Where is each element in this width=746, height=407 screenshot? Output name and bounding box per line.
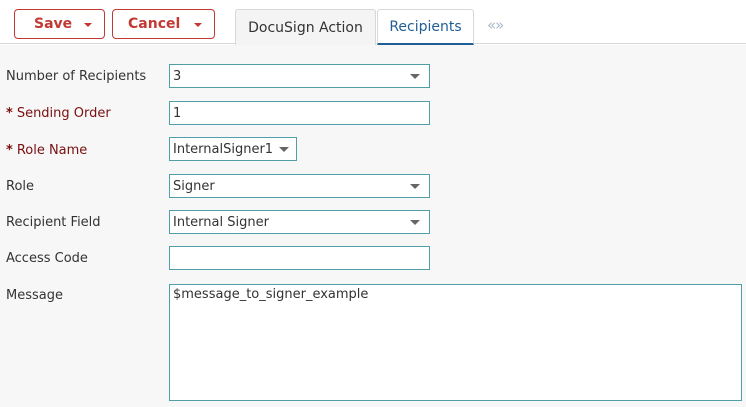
number-of-recipients-value: 3 xyxy=(173,68,182,84)
tab-docusign-action[interactable]: DocuSign Action xyxy=(235,9,376,45)
role-label: Role xyxy=(6,179,35,194)
tab-docusign-action-label: DocuSign Action xyxy=(248,19,363,36)
tab-recipients-label: Recipients xyxy=(389,18,462,35)
save-dropdown-caret-icon[interactable] xyxy=(84,23,92,27)
save-button-label: Save xyxy=(34,16,73,32)
message-textarea[interactable]: $message_to_signer_example xyxy=(169,284,742,401)
recipient-field-select[interactable]: Internal Signer xyxy=(169,210,430,234)
chevron-down-icon xyxy=(279,147,289,152)
tab-scroll-arrows-icon[interactable]: «» xyxy=(487,16,504,34)
role-name-select[interactable]: InternalSigner1 xyxy=(169,137,297,161)
sending-order-value: 1 xyxy=(173,105,182,121)
message-label: Message xyxy=(6,288,63,303)
save-button[interactable]: Save xyxy=(14,9,105,39)
access-code-label: Access Code xyxy=(6,251,88,266)
recipients-form: Number of Recipients 3 * Sending Order 1 … xyxy=(0,45,746,407)
cancel-button-label: Cancel xyxy=(128,16,181,32)
chevron-down-icon xyxy=(410,74,420,79)
chevron-down-icon xyxy=(410,184,420,189)
action-toolbar: Save Cancel DocuSign Action Recipients «… xyxy=(0,0,746,45)
sending-order-label: * Sending Order xyxy=(6,106,111,121)
number-of-recipients-label: Number of Recipients xyxy=(6,69,147,84)
cancel-button[interactable]: Cancel xyxy=(112,9,215,39)
number-of-recipients-select[interactable]: 3 xyxy=(169,64,430,88)
sending-order-input[interactable]: 1 xyxy=(169,101,430,125)
role-name-value: InternalSigner1 xyxy=(173,141,274,157)
chevron-down-icon xyxy=(410,220,420,225)
tab-recipients[interactable]: Recipients xyxy=(377,9,474,45)
required-marker: * xyxy=(6,106,13,121)
role-select[interactable]: Signer xyxy=(169,174,430,198)
role-value: Signer xyxy=(173,178,215,194)
recipient-field-label: Recipient Field xyxy=(6,215,101,230)
recipient-field-value: Internal Signer xyxy=(173,214,269,230)
access-code-input[interactable] xyxy=(169,246,430,270)
role-name-label: * Role Name xyxy=(6,143,88,158)
cancel-dropdown-caret-icon[interactable] xyxy=(194,23,202,27)
required-marker: * xyxy=(6,143,13,158)
